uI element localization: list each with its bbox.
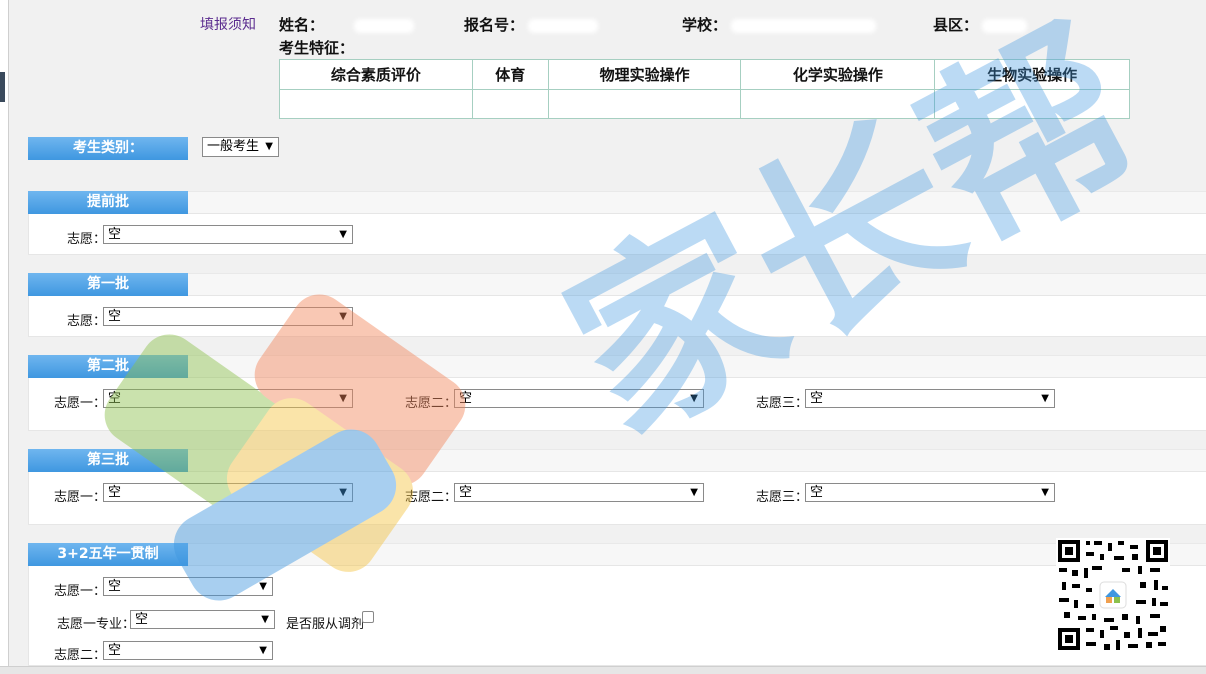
- wish-label: 志愿：: [67, 314, 107, 329]
- col-header: 物理实验操作: [547, 59, 742, 90]
- redacted-regno: [528, 18, 599, 33]
- dropdown-arrow-icon: ▼: [339, 229, 347, 240]
- table-cell: [279, 89, 473, 119]
- section-five-year-title: 3+2五年一贯制: [28, 543, 188, 566]
- batch2-wish2-select[interactable]: 空 ▼: [454, 389, 704, 408]
- select-value: 空: [108, 579, 122, 594]
- select-value: 空: [108, 485, 122, 500]
- school: 学校：: [682, 14, 877, 35]
- filling-notice-link[interactable]: 填报须知: [200, 14, 256, 34]
- five-year-wish1-major-select[interactable]: 空 ▼: [130, 610, 275, 629]
- candidate-type-select[interactable]: 一般考生 ▼: [202, 137, 279, 157]
- bottom-scroll-bar[interactable]: [0, 666, 1206, 674]
- wish1-major-label: 志愿一专业：: [57, 617, 136, 632]
- dropdown-arrow-icon: ▼: [261, 614, 269, 625]
- dropdown-arrow-icon: ▼: [1041, 487, 1049, 498]
- section-header-bar: [188, 355, 1206, 378]
- batch3-wish1-select[interactable]: 空 ▼: [103, 483, 353, 502]
- select-value: 空: [108, 227, 122, 242]
- dropdown-arrow-icon: ▼: [259, 581, 267, 592]
- redacted-county: [982, 18, 1028, 33]
- sidebar-toggle-handle[interactable]: [0, 72, 5, 102]
- section-early-batch-title: 提前批: [28, 191, 188, 214]
- batch2-wish3-select[interactable]: 空 ▼: [805, 389, 1055, 408]
- select-value: 空: [135, 612, 149, 627]
- batch3-wish3-select[interactable]: 空 ▼: [805, 483, 1055, 502]
- wish2-label: 志愿二：: [405, 490, 458, 505]
- section-header-bar: [188, 273, 1206, 296]
- wish2-label: 志愿二：: [54, 648, 107, 663]
- table-cell: [934, 89, 1130, 119]
- redacted-name: [354, 18, 415, 33]
- dropdown-arrow-icon: ▼: [339, 393, 347, 404]
- redacted-school: [731, 18, 877, 33]
- select-value: 空: [108, 309, 122, 324]
- accept-adjust-checkbox[interactable]: [362, 611, 374, 623]
- select-value: 空: [810, 391, 824, 406]
- dropdown-arrow-icon: ▼: [259, 645, 267, 656]
- section-header-bar: [188, 449, 1206, 472]
- table-cell: [547, 89, 742, 119]
- section-batch3-title: 第三批: [28, 449, 188, 472]
- section-header-bar: [188, 191, 1206, 214]
- wish1-label: 志愿一：: [54, 490, 107, 505]
- wish-label: 志愿：: [67, 232, 107, 247]
- county: 县区：: [933, 14, 1028, 35]
- batch2-wish1-select[interactable]: 空 ▼: [103, 389, 353, 408]
- section-batch2-title: 第二批: [28, 355, 188, 378]
- table-cell: [740, 89, 936, 119]
- select-value: 空: [108, 391, 122, 406]
- school-label: 学校：: [682, 16, 728, 34]
- dropdown-arrow-icon: ▼: [690, 393, 698, 404]
- table-header-row: 综合素质评价 体育 物理实验操作 化学实验操作 生物实验操作: [279, 59, 1130, 90]
- wish2-label: 志愿二：: [405, 396, 458, 411]
- table-cell: [471, 89, 549, 119]
- regno-label: 报名号：: [464, 16, 525, 34]
- qr-code-icon: [1056, 538, 1170, 652]
- candidate-name: 姓名：: [279, 14, 415, 35]
- batch3-wish2-select[interactable]: 空 ▼: [454, 483, 704, 502]
- name-label: 姓名：: [279, 16, 325, 34]
- wish3-label: 志愿三：: [756, 490, 809, 505]
- col-header: 体育: [471, 59, 549, 90]
- wish3-label: 志愿三：: [756, 396, 809, 411]
- col-header: 化学实验操作: [740, 59, 936, 90]
- county-label: 县区：: [933, 16, 979, 34]
- dropdown-arrow-icon: ▼: [339, 311, 347, 322]
- section-header-bar: [188, 543, 1206, 566]
- col-header: 综合素质评价: [279, 59, 473, 90]
- select-value: 空: [459, 391, 473, 406]
- redacted-evaluation: [352, 97, 403, 112]
- wish1-label: 志愿一：: [54, 584, 107, 599]
- five-year-wish1-select[interactable]: 空 ▼: [103, 577, 273, 596]
- dropdown-arrow-icon: ▼: [690, 487, 698, 498]
- candidate-type-label: 考生类别：: [28, 137, 188, 160]
- table-row: [279, 89, 1130, 119]
- candidate-traits-table: 综合素质评价 体育 物理实验操作 化学实验操作 生物实验操作: [279, 59, 1130, 119]
- select-value: 一般考生: [207, 139, 260, 154]
- dropdown-arrow-icon: ▼: [265, 141, 273, 152]
- dropdown-arrow-icon: ▼: [339, 487, 347, 498]
- accept-adjust-label: 是否服从调剂: [286, 617, 365, 632]
- select-value: 空: [459, 485, 473, 500]
- registration-number: 报名号：: [464, 14, 599, 35]
- early-batch-wish-select[interactable]: 空 ▼: [103, 225, 353, 244]
- select-value: 空: [810, 485, 824, 500]
- col-header: 生物实验操作: [934, 59, 1130, 90]
- section-batch1-title: 第一批: [28, 273, 188, 296]
- candidate-traits-label: 考生特征：: [279, 39, 355, 57]
- batch1-wish-select[interactable]: 空 ▼: [103, 307, 353, 326]
- select-value: 空: [108, 643, 122, 658]
- five-year-wish2-select[interactable]: 空 ▼: [103, 641, 273, 660]
- dropdown-arrow-icon: ▼: [1041, 393, 1049, 404]
- wish1-label: 志愿一：: [54, 396, 107, 411]
